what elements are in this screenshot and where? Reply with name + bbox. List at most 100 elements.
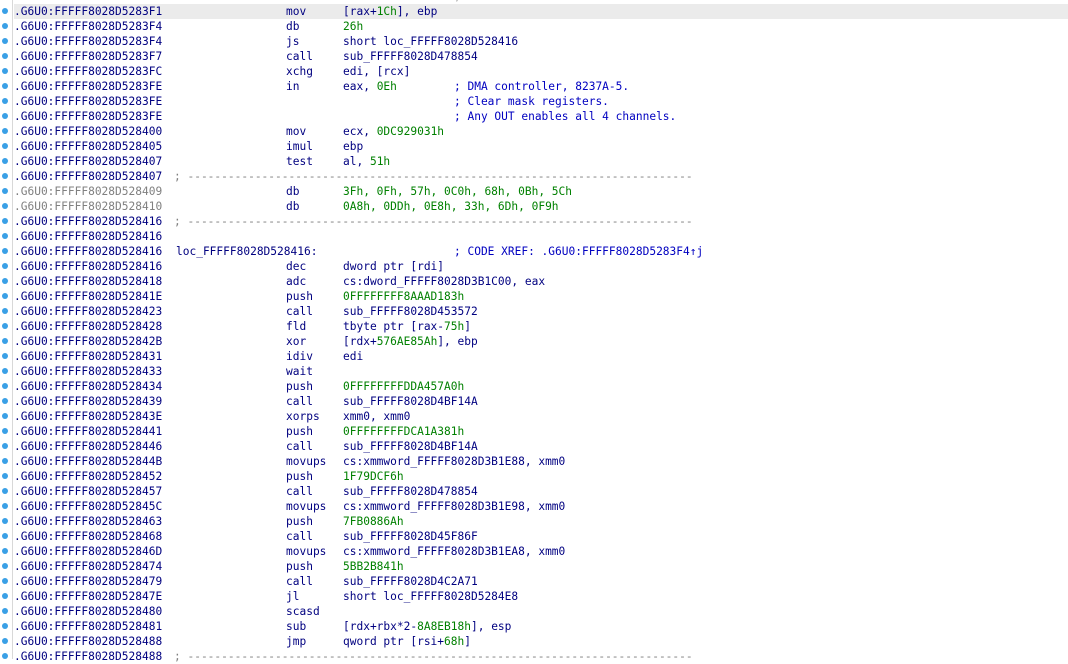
- instruction-operands[interactable]: al, 51h: [343, 154, 390, 169]
- instruction-mnemonic[interactable]: push: [286, 514, 313, 529]
- listing-line[interactable]: .G6U0:FFFFF8028D528416 ; ----------------…: [14, 214, 1068, 229]
- operand-text[interactable]: ecx,: [343, 125, 377, 138]
- line-address[interactable]: .G6U0:FFFFF8028D528416: [14, 259, 162, 274]
- listing-line[interactable]: .G6U0:FFFFF8028D5283F7 call sub_FFFFF8028D…: [14, 49, 1068, 64]
- listing-line[interactable]: .G6U0:FFFFF8028D5283FE ; Clear mask regis…: [14, 94, 1068, 109]
- line-address[interactable]: .G6U0:FFFFF8028D52844B: [14, 454, 162, 469]
- listing-line[interactable]: .G6U0:FFFFF8028D528431 idiv edi: [14, 349, 1068, 364]
- listing-line[interactable]: .G6U0:FFFFF8028D528474 push 5BB2B841h: [14, 559, 1068, 574]
- operand-text[interactable]: cs:dword_FFFFF8028D3B1C00, eax: [343, 275, 545, 288]
- breakpoint-dot-icon[interactable]: [2, 578, 8, 584]
- listing-line[interactable]: .G6U0:FFFFF8028D52843E xorps xmm0, xmm0: [14, 409, 1068, 424]
- breakpoint-dot-icon[interactable]: [2, 398, 8, 404]
- listing-line[interactable]: .G6U0:FFFFF8028D528434 push 0FFFFFFFFDDA45…: [14, 379, 1068, 394]
- operand-text[interactable]: eax,: [343, 80, 377, 93]
- instruction-mnemonic[interactable]: push: [286, 469, 313, 484]
- listing-line[interactable]: .G6U0:FFFFF8028D528418 adc cs:dword_FFFFF8…: [14, 274, 1068, 289]
- instruction-operands[interactable]: 5BB2B841h: [343, 559, 404, 574]
- breakpoint-dot-icon[interactable]: [2, 533, 8, 539]
- instruction-operands[interactable]: ecx, 0DC929031h: [343, 124, 444, 139]
- breakpoint-dot-icon[interactable]: [2, 158, 8, 164]
- instruction-mnemonic[interactable]: movups: [286, 544, 326, 559]
- line-address[interactable]: .G6U0:FFFFF8028D528423: [14, 304, 162, 319]
- instruction-operands[interactable]: short loc_FFFFF8028D5284E8: [343, 589, 518, 604]
- listing-line[interactable]: .G6U0:FFFFF8028D52842B xor [rdx+576AE85Ah]…: [14, 334, 1068, 349]
- breakpoint-dot-icon[interactable]: [2, 203, 8, 209]
- listing-line[interactable]: .G6U0:FFFFF8028D528400 mov ecx, 0DC929031h: [14, 124, 1068, 139]
- operand-text[interactable]: cs:xmmword_FFFFF8028D3B1EA8, xmm0: [343, 545, 565, 558]
- listing-line[interactable]: .G6U0:FFFFF8028D528488 jmp qword ptr [rsi+…: [14, 634, 1068, 649]
- instruction-operands[interactable]: 3Fh, 0Fh, 57h, 0C0h, 68h, 0Bh, 5Ch: [343, 184, 572, 199]
- instruction-mnemonic[interactable]: imul: [286, 139, 313, 154]
- operand-text[interactable]: [rdx+: [343, 335, 377, 348]
- line-address[interactable]: .G6U0:FFFFF8028D528488: [14, 634, 162, 649]
- instruction-mnemonic[interactable]: idiv: [286, 349, 313, 364]
- instruction-operands[interactable]: edi: [343, 349, 363, 364]
- listing-line[interactable]: .G6U0:FFFFF8028D528416: [14, 229, 1068, 244]
- listing-line[interactable]: .G6U0:FFFFF8028D52847E jl short loc_FFFFF8…: [14, 589, 1068, 604]
- operand-text[interactable]: edi: [343, 350, 363, 363]
- listing-line[interactable]: .G6U0:FFFFF8028D52841E push 0FFFFFFFF8AAAD…: [14, 289, 1068, 304]
- operand-text[interactable]: xmm0, xmm0: [343, 410, 410, 423]
- instruction-operands[interactable]: edi, [rcx]: [343, 64, 410, 79]
- listing-line[interactable]: .G6U0:FFFFF8028D5283FE in eax, 0Eh ; DMA co…: [14, 79, 1068, 94]
- line-address[interactable]: .G6U0:FFFFF8028D528400: [14, 124, 162, 139]
- instruction-operands[interactable]: sub_FFFFF8028D478854: [343, 484, 478, 499]
- listing-line[interactable]: .G6U0:FFFFF8028D5283F4 db 26h: [14, 19, 1068, 34]
- instruction-operands[interactable]: cs:dword_FFFFF8028D3B1C00, eax: [343, 274, 545, 289]
- breakpoint-dot-icon[interactable]: [2, 653, 8, 659]
- instruction-mnemonic[interactable]: fld: [286, 319, 306, 334]
- operand-text[interactable]: edi, [rcx]: [343, 65, 410, 78]
- instruction-operands[interactable]: 7FB0886Ah: [343, 514, 404, 529]
- line-address[interactable]: .G6U0:FFFFF8028D528410: [14, 199, 162, 214]
- line-address[interactable]: .G6U0:FFFFF8028D52843E: [14, 409, 162, 424]
- instruction-mnemonic[interactable]: adc: [286, 274, 306, 289]
- listing-line[interactable]: .G6U0:FFFFF8028D52845C movups cs:xmmword_F…: [14, 499, 1068, 514]
- breakpoint-dot-icon[interactable]: [2, 68, 8, 74]
- instruction-mnemonic[interactable]: jl: [286, 589, 299, 604]
- listing-line[interactable]: .G6U0:FFFFF8028D528410 db 0A8h, 0DDh, 0E8h…: [14, 199, 1068, 214]
- line-address[interactable]: .G6U0:FFFFF8028D52846D: [14, 544, 162, 559]
- breakpoint-dot-icon[interactable]: [2, 413, 8, 419]
- line-address[interactable]: .G6U0:FFFFF8028D5283FE: [14, 109, 162, 124]
- breakpoint-dot-icon[interactable]: [2, 233, 8, 239]
- instruction-mnemonic[interactable]: movups: [286, 499, 326, 514]
- disassembly-listing[interactable]: .G6U0:FFFFF8028D5283EF; DATA XREF: .G6U0…: [14, 0, 1068, 664]
- listing-line[interactable]: .G6U0:FFFFF8028D528479 call sub_FFFFF8028D…: [14, 574, 1068, 589]
- listing-line[interactable]: .G6U0:FFFFF8028D528446 call sub_FFFFF8028D…: [14, 439, 1068, 454]
- instruction-operands[interactable]: [rax+1Ch], ebp: [343, 4, 437, 19]
- line-address[interactable]: .G6U0:FFFFF8028D5283FE: [14, 79, 162, 94]
- line-address[interactable]: .G6U0:FFFFF8028D52847E: [14, 589, 162, 604]
- line-address[interactable]: .G6U0:FFFFF8028D528405: [14, 139, 162, 154]
- breakpoint-dot-icon[interactable]: [2, 143, 8, 149]
- breakpoint-dot-icon[interactable]: [2, 323, 8, 329]
- instruction-operands[interactable]: sub_FFFFF8028D4BF14A: [343, 439, 478, 454]
- listing-line[interactable]: .G6U0:FFFFF8028D528480 scasd: [14, 604, 1068, 619]
- breakpoint-dot-icon[interactable]: [2, 338, 8, 344]
- operand-text[interactable]: sub_FFFFF8028D4BF14A: [343, 440, 478, 453]
- breakpoint-dot-icon[interactable]: [2, 308, 8, 314]
- line-address[interactable]: .G6U0:FFFFF8028D528463: [14, 514, 162, 529]
- line-address[interactable]: .G6U0:FFFFF8028D528407: [14, 154, 162, 169]
- instruction-operands[interactable]: sub_FFFFF8028D453572: [343, 304, 478, 319]
- line-address[interactable]: .G6U0:FFFFF8028D528409: [14, 184, 162, 199]
- listing-line[interactable]: .G6U0:FFFFF8028D528457 call sub_FFFFF8028D…: [14, 484, 1068, 499]
- line-address[interactable]: .G6U0:FFFFF8028D5283FE: [14, 94, 162, 109]
- breakpoint-dot-icon[interactable]: [2, 473, 8, 479]
- listing-line[interactable]: .G6U0:FFFFF8028D528409 db 3Fh, 0Fh, 57h, 0…: [14, 184, 1068, 199]
- listing-line[interactable]: .G6U0:FFFFF8028D5283F4 js short loc_FFFFF8…: [14, 34, 1068, 49]
- instruction-operands[interactable]: tbyte ptr [rax-75h]: [343, 319, 471, 334]
- instruction-mnemonic[interactable]: call: [286, 394, 313, 409]
- listing-line[interactable]: .G6U0:FFFFF8028D52846D movups cs:xmmword_F…: [14, 544, 1068, 559]
- instruction-operands[interactable]: cs:xmmword_FFFFF8028D3B1E98, xmm0: [343, 499, 565, 514]
- breakpoint-dot-icon[interactable]: [2, 383, 8, 389]
- operand-text[interactable]: cs:xmmword_FFFFF8028D3B1E98, xmm0: [343, 500, 565, 513]
- listing-line[interactable]: .G6U0:FFFFF8028D528407 test al, 51h: [14, 154, 1068, 169]
- instruction-mnemonic[interactable]: db: [286, 184, 299, 199]
- listing-line[interactable]: .G6U0:FFFFF8028D528452 push 1F79DCF6h: [14, 469, 1068, 484]
- breakpoint-dot-icon[interactable]: [2, 113, 8, 119]
- instruction-operands[interactable]: cs:xmmword_FFFFF8028D3B1EA8, xmm0: [343, 544, 565, 559]
- instruction-operands[interactable]: 0FFFFFFFF8AAAD183h: [343, 289, 464, 304]
- listing-line[interactable]: .G6U0:FFFFF8028D528416 dec dword ptr [rdi]: [14, 259, 1068, 274]
- breakpoint-dot-icon[interactable]: [2, 638, 8, 644]
